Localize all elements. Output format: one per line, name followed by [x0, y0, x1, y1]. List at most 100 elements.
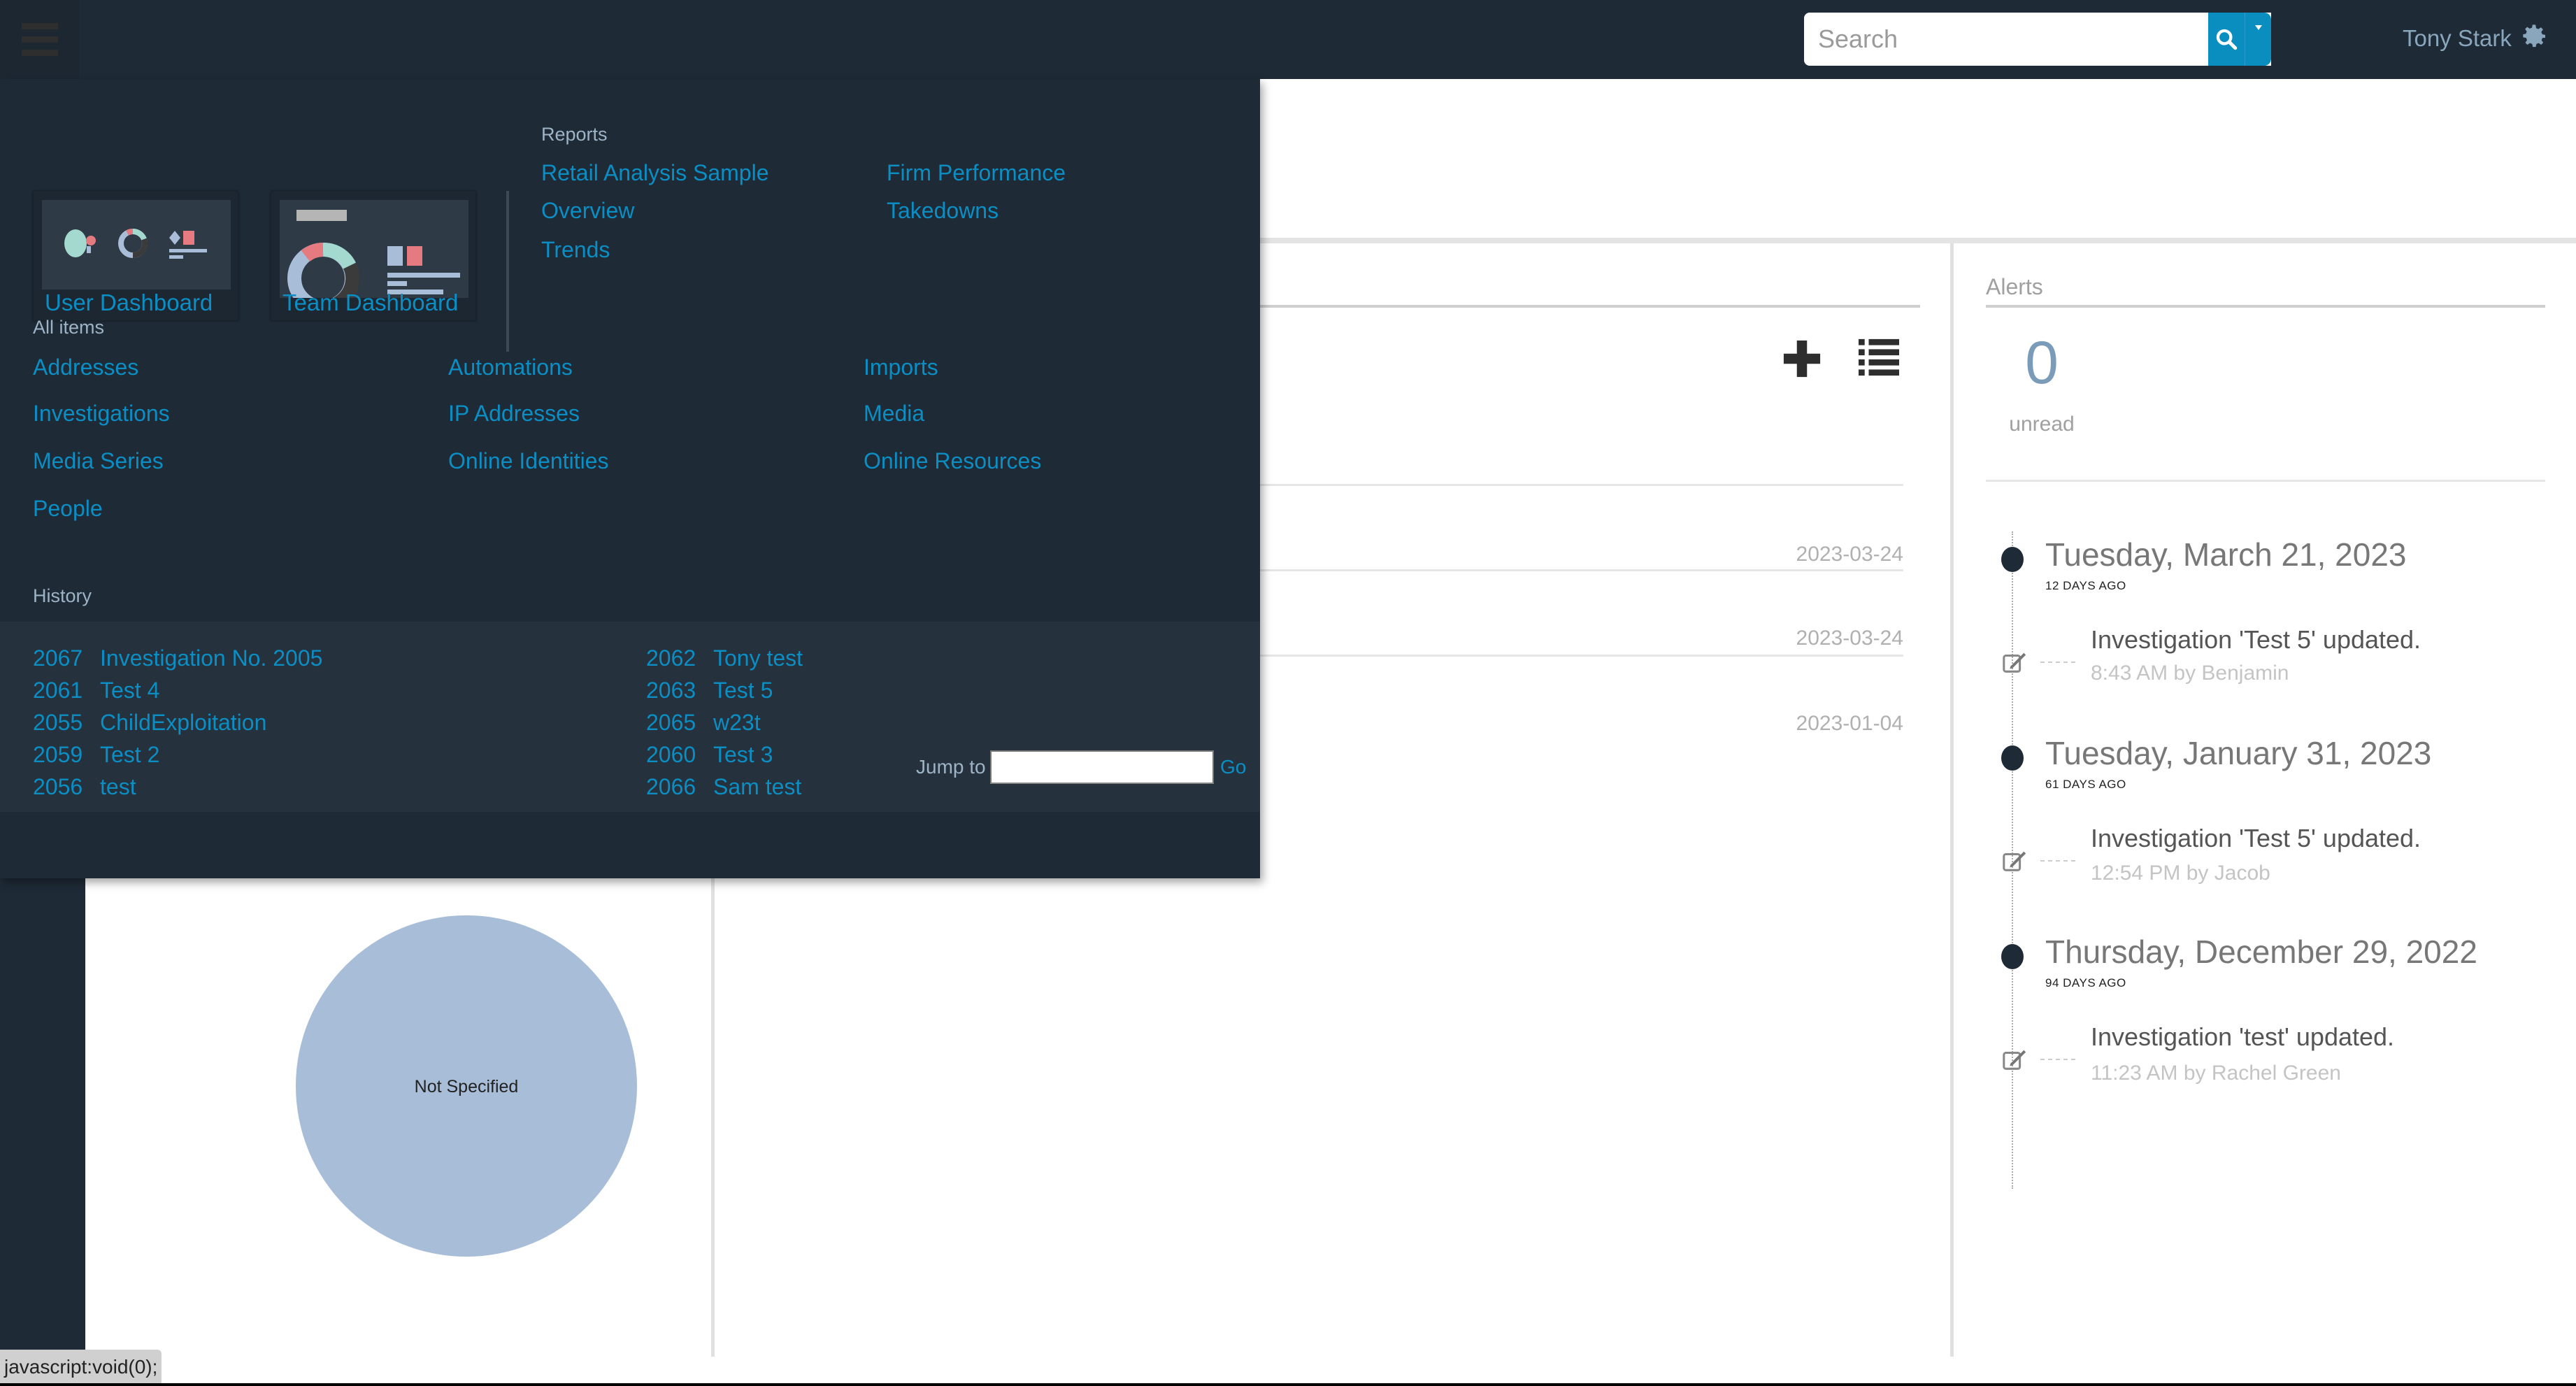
history-title: History [33, 585, 92, 606]
row-date: 2023-03-24 [1796, 627, 1903, 650]
timeline-meta: 12:54 PM by Jacob [2091, 862, 2270, 885]
user-dashboard-link[interactable]: User Dashboard [45, 290, 213, 316]
jump-go-button[interactable]: Go [1220, 756, 1246, 778]
timeline-ago: 61 DAYS AGO [2045, 778, 2126, 791]
pie-chart-panel: Not Specified [85, 878, 711, 1361]
reports-divider [506, 191, 509, 352]
item-link-media[interactable]: Media [864, 401, 924, 427]
timeline-ago: 94 DAYS AGO [2045, 976, 2126, 990]
column-divider [711, 867, 715, 1357]
jump-to-input[interactable] [990, 750, 1214, 784]
history-item-id: 2059 [33, 742, 83, 767]
history-item[interactable]: 2055 ChildExploitation [33, 710, 266, 736]
item-link-automations[interactable]: Automations [448, 355, 573, 380]
edit-icon [2003, 851, 2026, 871]
list-divider [1260, 484, 1903, 486]
history-item-id: 2067 [33, 645, 83, 671]
menu-toggle-button[interactable] [0, 0, 79, 79]
history-item-name: Test 2 [100, 742, 160, 767]
pie-slice-label: Not Specified [415, 1077, 519, 1096]
history-item[interactable]: 2056 test [33, 774, 136, 800]
list-icon[interactable] [1857, 337, 1901, 378]
history-item[interactable]: 2061 Test 4 [33, 678, 159, 703]
team-dashboard-card[interactable]: Team Dashboard [271, 191, 476, 321]
history-item-name: Test 3 [713, 742, 773, 767]
gear-icon[interactable] [2521, 22, 2549, 50]
report-link[interactable]: Takedowns [887, 198, 999, 224]
timeline-connector [2040, 860, 2075, 862]
menu-icon-bar [21, 50, 58, 56]
timeline-message[interactable]: Investigation 'Test 5' updated. [2091, 824, 2421, 853]
alerts-divider [1986, 305, 2545, 308]
item-link-online-resources[interactable]: Online Resources [864, 448, 1041, 474]
history-item-id: 2055 [33, 710, 83, 735]
history-item-name: Test 5 [713, 678, 773, 703]
row-divider [1260, 655, 1903, 657]
menu-icon-bar [21, 23, 58, 29]
team-dashboard-thumbnail-icon [280, 200, 468, 298]
header-divider [1260, 238, 2576, 243]
page-header [1260, 79, 2576, 240]
history-item[interactable]: 2060 Test 3 [646, 742, 773, 768]
report-link[interactable]: Retail Analysis Sample [541, 160, 768, 186]
history-item[interactable]: 2067 Investigation No. 2005 [33, 645, 322, 671]
timeline-connector [2040, 662, 2075, 663]
alerts-title: Alerts [1986, 274, 2043, 299]
edit-icon [2003, 652, 2026, 673]
plus-icon[interactable] [1782, 337, 1822, 380]
history-item[interactable]: 2059 Test 2 [33, 742, 159, 768]
history-item-id: 2065 [646, 710, 696, 735]
timeline-date: Tuesday, January 31, 2023 [2045, 735, 2432, 771]
search-input[interactable] [1804, 13, 2271, 66]
user-menu[interactable]: Tony Stark [2403, 25, 2512, 52]
history-item-name: Sam test [713, 774, 802, 799]
search-button[interactable] [2208, 13, 2245, 66]
history-item[interactable]: 2063 Test 5 [646, 678, 773, 703]
timeline-date: Thursday, December 29, 2022 [2045, 934, 2477, 970]
history-item[interactable]: 2066 Sam test [646, 774, 801, 800]
navigation-flyout: User Dashboard Team Dashboard Reports Re… [0, 79, 1260, 878]
search-options-dropdown[interactable] [2245, 13, 2271, 66]
row-date: 2023-03-24 [1796, 543, 1903, 566]
caret-down-icon [2254, 25, 2262, 30]
item-link-people[interactable]: People [33, 496, 103, 522]
item-link-ip-addresses[interactable]: IP Addresses [448, 401, 580, 427]
item-link-investigations[interactable]: Investigations [33, 401, 170, 427]
alerts-unread-count[interactable]: 0 [2014, 329, 2070, 398]
report-link[interactable]: Trends [541, 237, 610, 263]
timeline-dot [2001, 944, 2024, 969]
timeline-meta: 8:43 AM by Benjamin [2091, 662, 2289, 685]
timeline-connector [2040, 1059, 2075, 1060]
item-link-media-series[interactable]: Media Series [33, 448, 164, 474]
column-divider [1950, 243, 1954, 1357]
edit-icon [2003, 1050, 2026, 1070]
menu-icon-bar [21, 36, 58, 43]
history-item-id: 2060 [646, 742, 696, 767]
search-icon [2216, 29, 2238, 50]
history-item[interactable]: 2062 Tony test [646, 645, 803, 671]
report-link[interactable]: Firm Performance [887, 160, 1066, 186]
item-link-addresses[interactable]: Addresses [33, 355, 138, 380]
history-item[interactable]: 2065 w23t [646, 710, 761, 736]
timeline-date: Tuesday, March 21, 2023 [2045, 536, 2407, 573]
status-bar-url: javascript:void(0); [0, 1350, 162, 1385]
jump-to-label: Jump to [916, 756, 986, 778]
timeline-message[interactable]: Investigation 'test' updated. [2091, 1022, 2394, 1052]
history-item-id: 2061 [33, 678, 83, 703]
timeline-dot [2001, 745, 2024, 771]
pie-chart: Not Specified [296, 915, 637, 1257]
all-items-title: All items [33, 317, 105, 338]
report-link[interactable]: Overview [541, 198, 634, 224]
reports-section-title: Reports [541, 124, 608, 145]
window-bottom-edge [0, 1383, 2576, 1386]
row-date: 2023-01-04 [1796, 712, 1903, 735]
item-link-online-identities[interactable]: Online Identities [448, 448, 608, 474]
item-link-imports[interactable]: Imports [864, 355, 938, 380]
user-dashboard-card[interactable]: User Dashboard [33, 191, 238, 321]
row-divider [1260, 569, 1903, 571]
timeline-message[interactable]: Investigation 'Test 5' updated. [2091, 625, 2421, 655]
history-item-id: 2062 [646, 645, 696, 671]
team-dashboard-link[interactable]: Team Dashboard [282, 290, 458, 316]
history-item-name: Investigation No. 2005 [100, 645, 323, 671]
history-item-id: 2066 [646, 774, 696, 799]
